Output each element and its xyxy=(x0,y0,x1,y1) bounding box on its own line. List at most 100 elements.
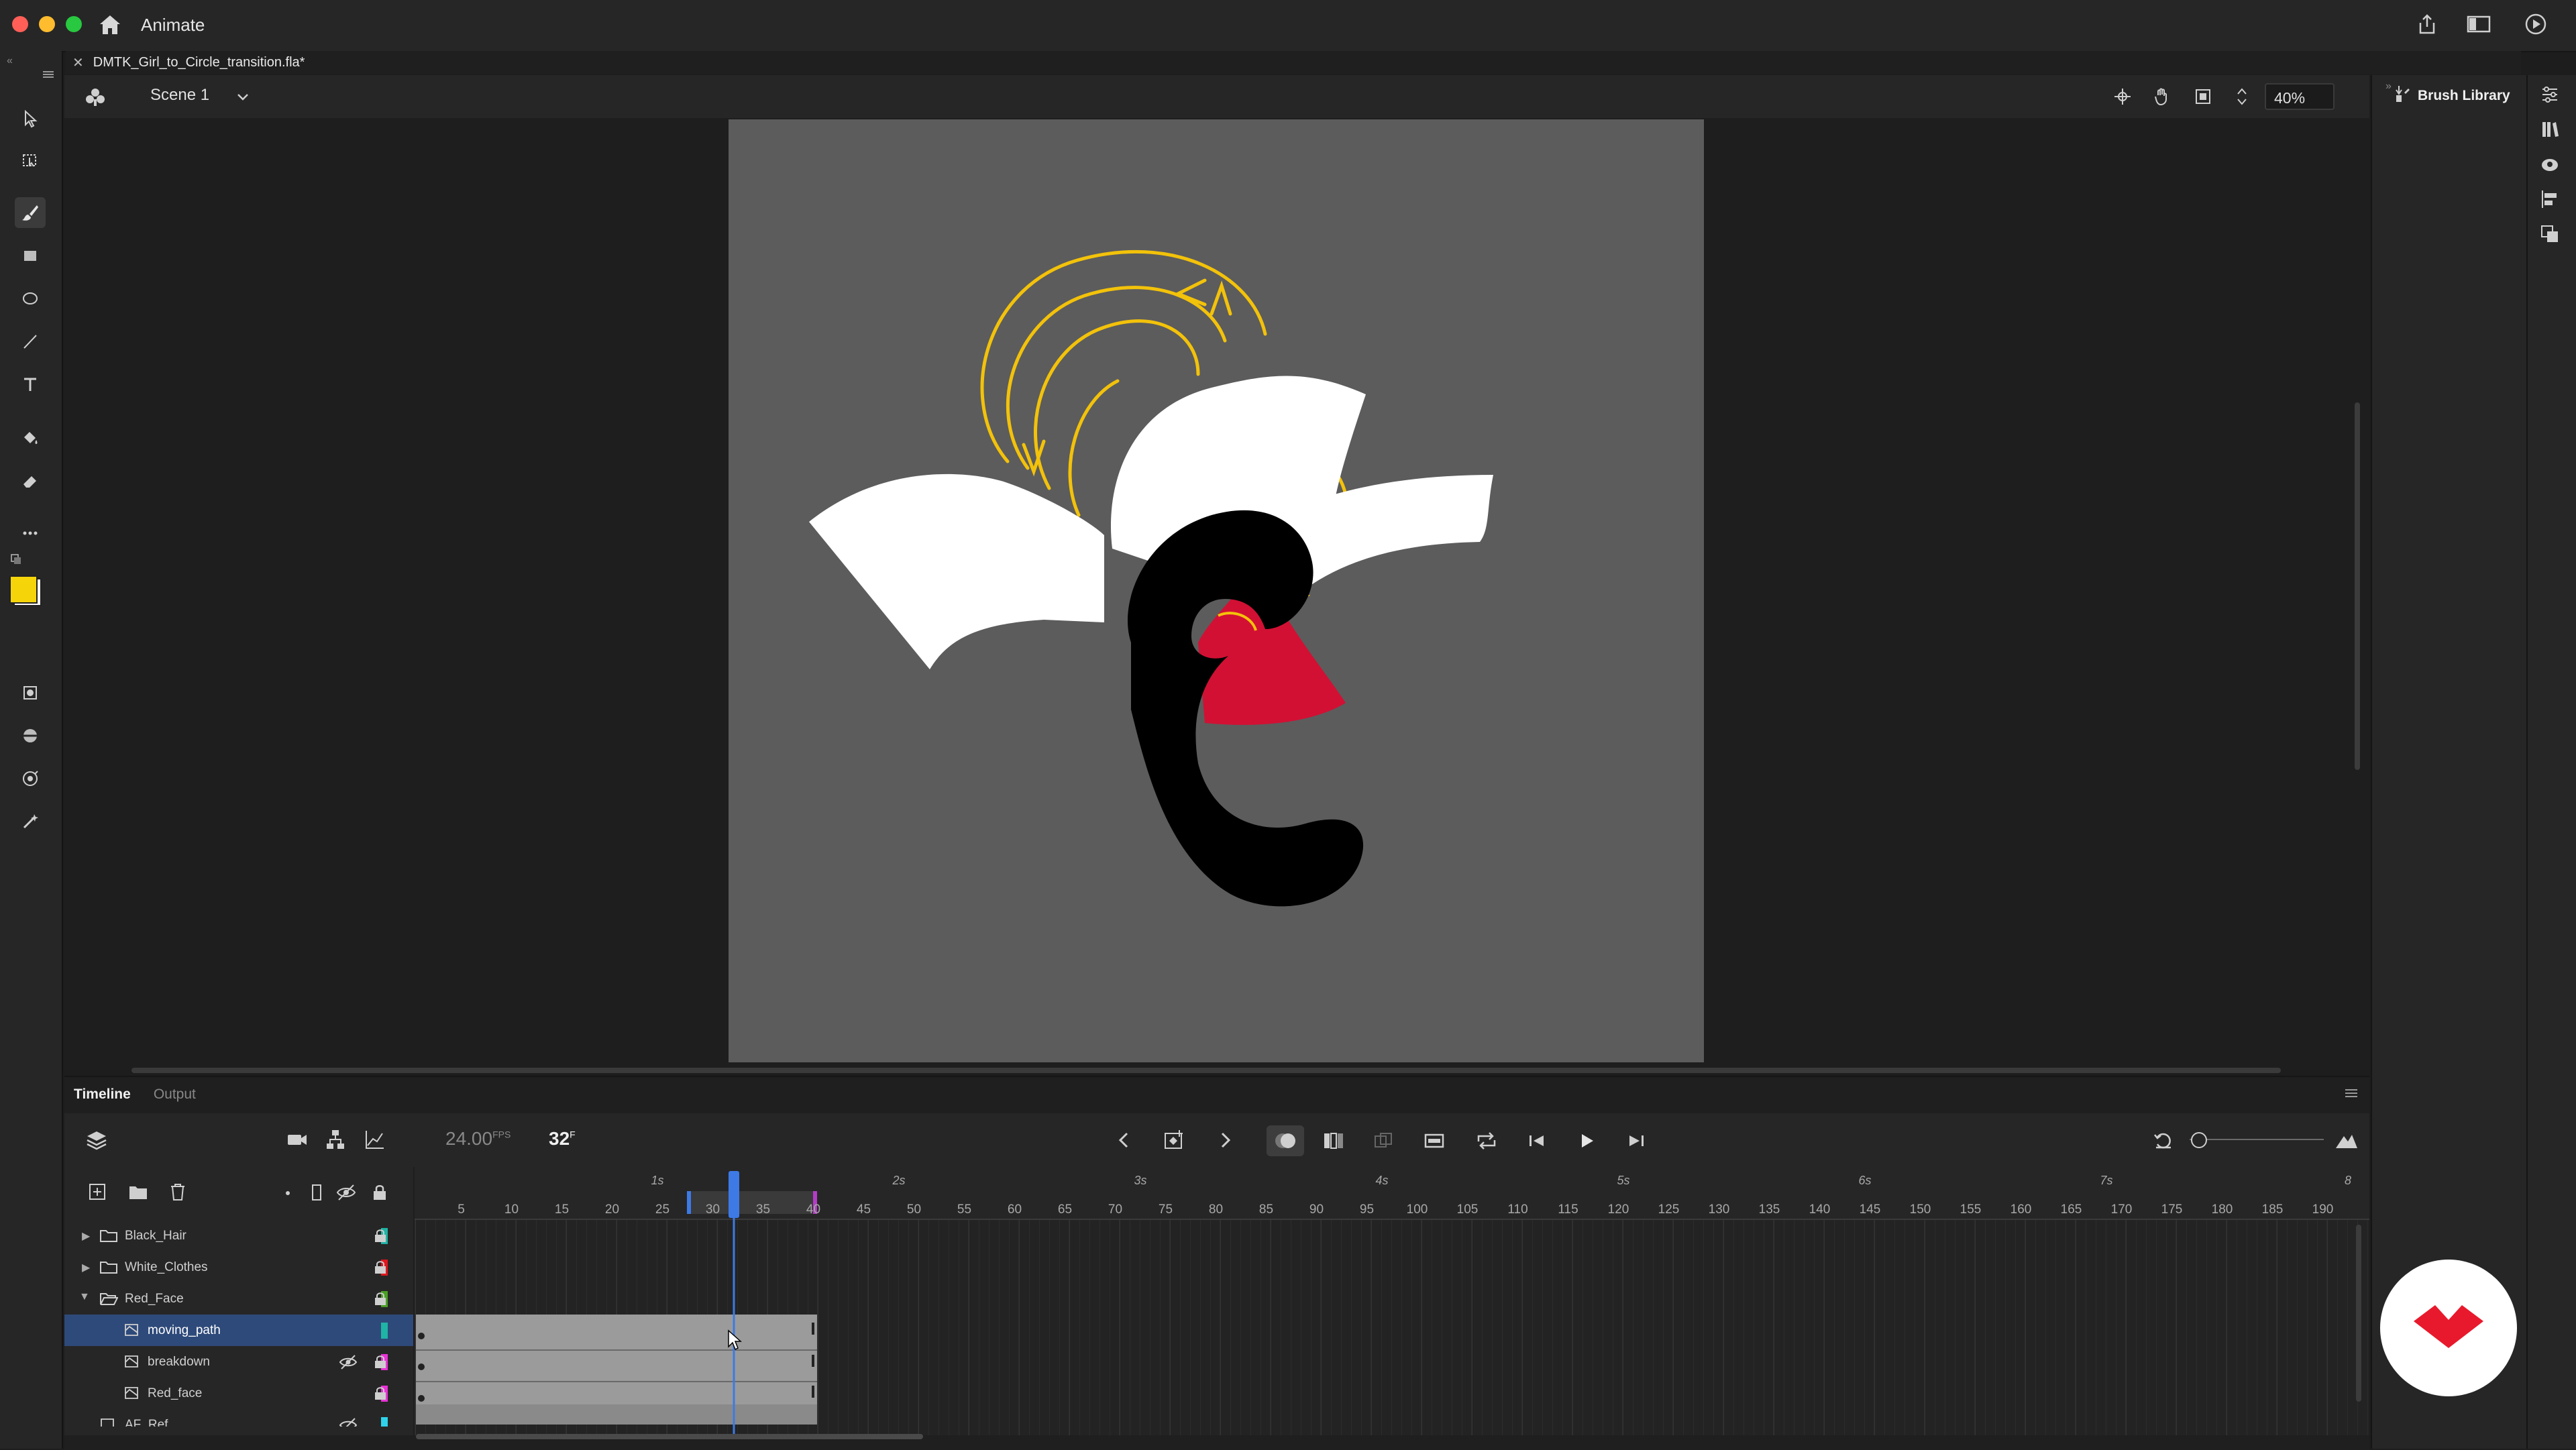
reset-zoom-icon[interactable] xyxy=(2152,1129,2175,1152)
timeline-menu-icon[interactable] xyxy=(2344,1088,2359,1099)
tab-output[interactable]: Output xyxy=(154,1080,196,1109)
collapse-panel-icon[interactable]: « xyxy=(7,55,13,67)
eraser-tool-icon[interactable] xyxy=(15,465,46,496)
scene-name[interactable]: Scene 1 xyxy=(150,86,209,105)
loop-playback-icon[interactable] xyxy=(1474,1129,1499,1152)
line-tool-icon[interactable] xyxy=(15,326,46,357)
lock-icon[interactable] xyxy=(373,1228,388,1244)
zoom-input[interactable]: 40% xyxy=(2265,83,2334,110)
edit-multiple-frames-icon[interactable] xyxy=(1322,1129,1346,1152)
timeline-horizontal-scrollbar[interactable] xyxy=(416,1434,923,1439)
layer-color-chip[interactable] xyxy=(381,1323,388,1339)
paint-brush-tool-icon[interactable] xyxy=(15,197,46,228)
step-back-icon[interactable] xyxy=(1525,1129,1548,1152)
window-maximize-button[interactable] xyxy=(66,16,82,32)
tab-timeline[interactable]: Timeline xyxy=(74,1080,131,1109)
layer-color-chip[interactable] xyxy=(381,1417,388,1427)
swap-colors-icon[interactable] xyxy=(9,553,23,566)
panel-menu-icon[interactable] xyxy=(42,70,55,79)
stage-vertical-scrollbar[interactable] xyxy=(2355,402,2360,770)
zoom-stepper-icon[interactable] xyxy=(2235,85,2249,109)
document-tab[interactable]: ✕ DMTK_Girl_to_Circle_transition.fla* xyxy=(72,52,305,72)
hidden-eye-icon[interactable] xyxy=(338,1417,358,1427)
timeline-vertical-scrollbar[interactable] xyxy=(2356,1225,2361,1402)
layer-row[interactable]: breakdown xyxy=(64,1346,413,1378)
hidden-eye-icon[interactable] xyxy=(338,1354,358,1370)
fps-display[interactable]: 24.00FPS xyxy=(445,1128,511,1150)
pressure-icon[interactable] xyxy=(15,763,46,794)
brush-mode-icon[interactable] xyxy=(15,720,46,751)
ruler-tick-label: 100 xyxy=(1406,1203,1428,1217)
assets-icon[interactable] xyxy=(2538,153,2561,176)
window-close-button[interactable] xyxy=(12,16,28,32)
free-transform-tool-icon[interactable] xyxy=(15,145,46,176)
paint-bucket-tool-icon[interactable] xyxy=(15,423,46,453)
layer-row[interactable]: ▶ White_Clothes xyxy=(64,1251,413,1283)
lock-icon[interactable] xyxy=(373,1260,388,1276)
home-icon[interactable] xyxy=(98,13,122,36)
onion-skin-button[interactable] xyxy=(1267,1125,1304,1156)
outline-toggle-icon[interactable] xyxy=(310,1183,323,1202)
new-folder-icon[interactable] xyxy=(127,1182,149,1202)
layer-icon xyxy=(125,1387,138,1399)
camera-icon[interactable] xyxy=(286,1129,309,1150)
timeline-zoom-max-icon[interactable] xyxy=(2333,1129,2360,1152)
close-tab-icon[interactable]: ✕ xyxy=(72,54,84,71)
text-tool-icon[interactable] xyxy=(15,369,46,400)
timeline-zoom-slider[interactable] xyxy=(2190,1139,2324,1140)
layer-row[interactable]: AF_Ref xyxy=(64,1409,413,1427)
layer-row-selected[interactable]: moving_path xyxy=(64,1315,413,1346)
convert-frames-icon[interactable] xyxy=(1422,1129,1446,1152)
rectangle-tool-icon[interactable] xyxy=(15,240,46,271)
rotate-stage-icon[interactable] xyxy=(2152,86,2174,107)
previous-keyframe-icon[interactable] xyxy=(1115,1129,1134,1151)
library-icon[interactable] xyxy=(2538,118,2561,141)
hide-all-icon[interactable] xyxy=(335,1183,357,1202)
layers-icon[interactable] xyxy=(85,1128,109,1152)
window-minimize-button[interactable] xyxy=(39,16,55,32)
align-icon[interactable] xyxy=(2538,188,2561,211)
new-layer-icon[interactable] xyxy=(87,1182,107,1202)
scene-dropdown-icon[interactable] xyxy=(235,89,251,105)
current-frame-display[interactable]: 32F xyxy=(549,1128,576,1150)
layer-row[interactable]: ▼ Red_Face xyxy=(64,1283,413,1315)
insert-keyframe-icon[interactable] xyxy=(1162,1128,1186,1152)
snap-icon[interactable] xyxy=(2112,86,2133,107)
play-icon[interactable] xyxy=(1575,1129,1598,1152)
layer-row[interactable]: Red_face xyxy=(64,1378,413,1409)
fill-color-swatch[interactable] xyxy=(9,575,38,604)
properties-icon[interactable] xyxy=(2538,83,2561,106)
delete-layer-icon[interactable] xyxy=(168,1182,188,1202)
next-keyframe-icon[interactable] xyxy=(1216,1129,1234,1151)
symbol-icon[interactable] xyxy=(83,86,107,107)
layer-parenting-icon[interactable] xyxy=(325,1128,346,1151)
workspace-layout-icon[interactable] xyxy=(2466,13,2491,35)
graph-icon[interactable] xyxy=(364,1128,385,1151)
test-movie-icon[interactable] xyxy=(2524,12,2548,36)
timeline-zoom-handle[interactable] xyxy=(2191,1132,2207,1148)
transform-panel-icon[interactable] xyxy=(2538,223,2561,245)
stage[interactable] xyxy=(729,119,1704,1062)
stage-horizontal-scrollbar[interactable] xyxy=(131,1068,2281,1073)
smoothing-icon[interactable] xyxy=(15,806,46,837)
ruler-tick-label: 30 xyxy=(705,1203,720,1217)
share-icon[interactable] xyxy=(2415,12,2439,36)
selection-tool-icon[interactable] xyxy=(15,103,46,134)
clip-canvas-icon[interactable] xyxy=(2192,86,2214,107)
layer-row[interactable]: ▶ Black_Hair xyxy=(64,1220,413,1251)
lock-all-icon[interactable] xyxy=(370,1183,389,1202)
stage-artwork[interactable] xyxy=(729,119,1704,1062)
brush-library-label[interactable]: Brush Library xyxy=(2418,88,2510,104)
highlight-layers-icon[interactable] xyxy=(286,1191,290,1195)
more-tools-icon[interactable] xyxy=(15,518,46,549)
expand-arrow-icon[interactable]: ▶ xyxy=(82,1229,90,1243)
oval-tool-icon[interactable] xyxy=(15,283,46,314)
lock-icon[interactable] xyxy=(373,1386,388,1402)
lock-icon[interactable] xyxy=(373,1354,388,1370)
object-drawing-icon[interactable] xyxy=(15,677,46,708)
step-forward-icon[interactable] xyxy=(1625,1129,1648,1152)
expand-arrow-icon[interactable]: ▶ xyxy=(82,1261,90,1274)
brush-library-icon[interactable] xyxy=(2391,83,2412,105)
collapse-arrow-icon[interactable]: ▼ xyxy=(79,1291,90,1303)
lock-icon[interactable] xyxy=(373,1291,388,1307)
